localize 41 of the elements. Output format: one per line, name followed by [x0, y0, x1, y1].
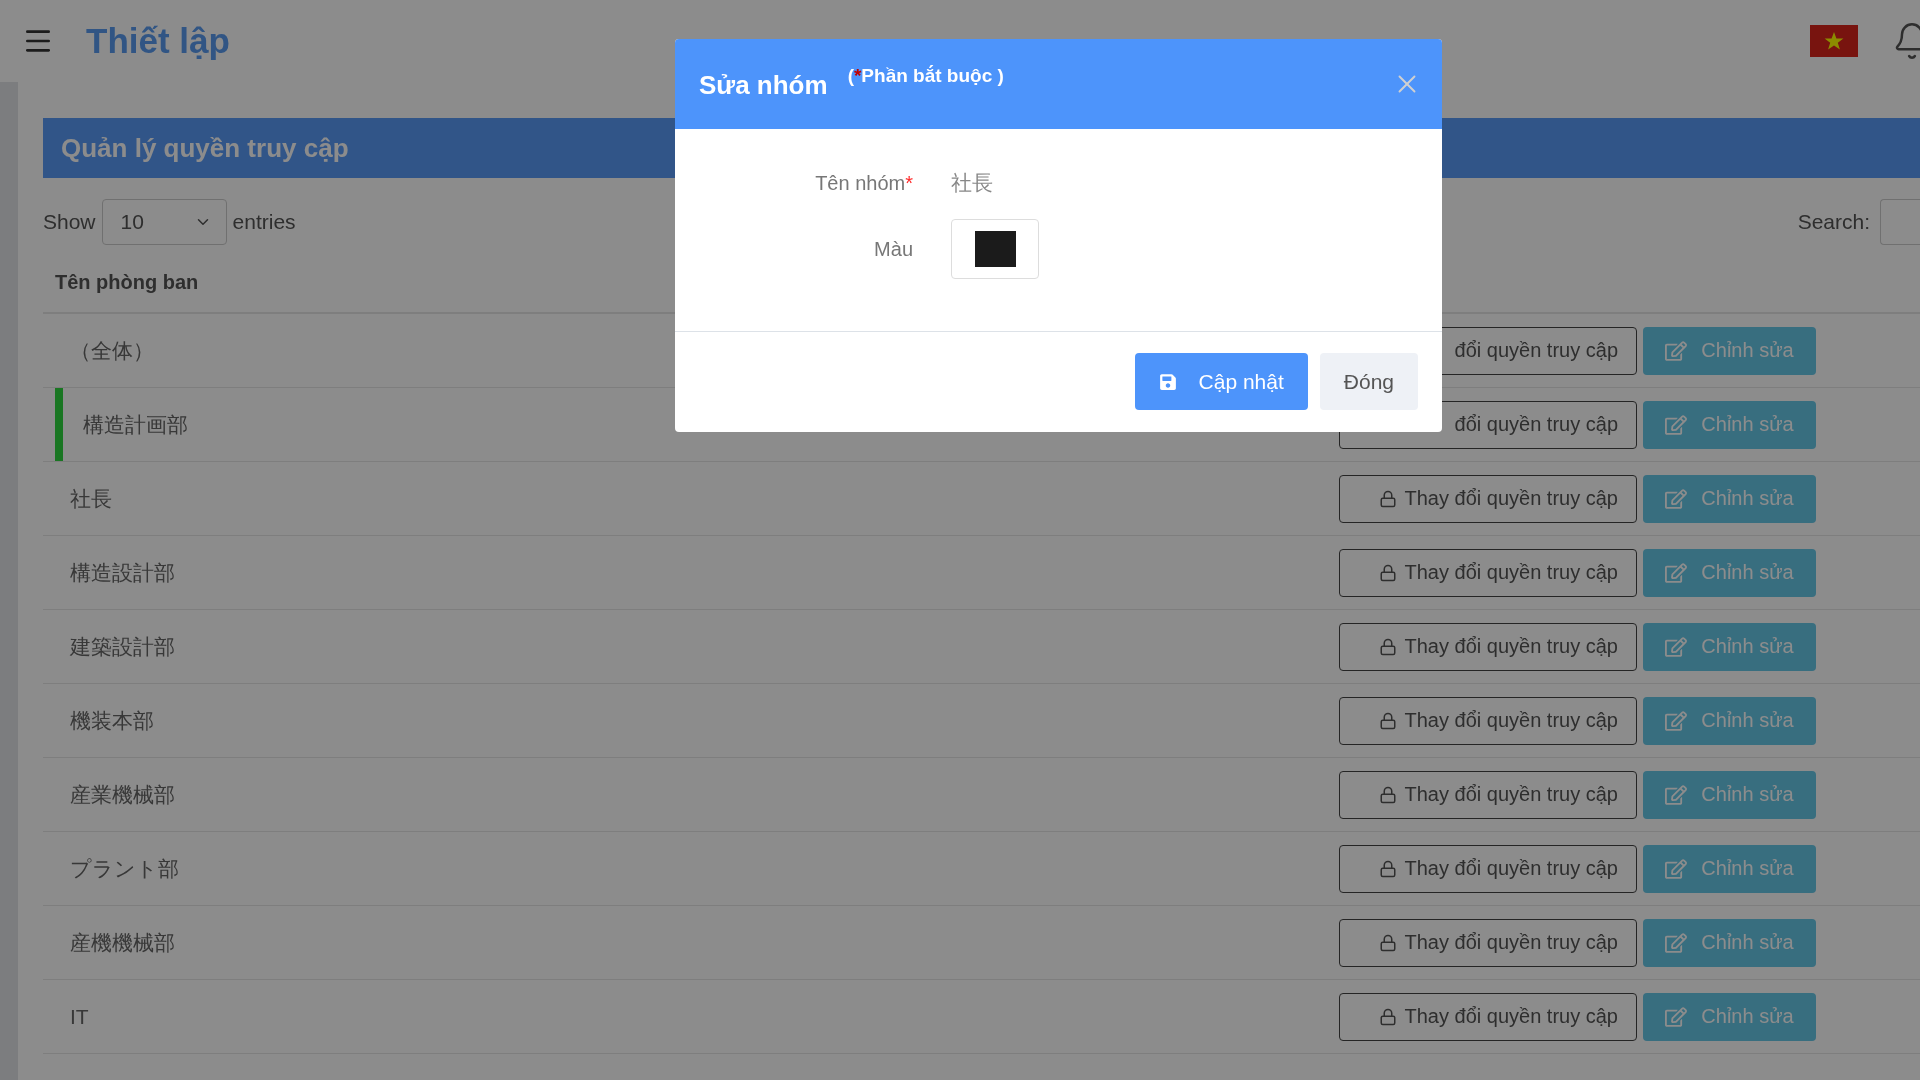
edit-icon	[1665, 339, 1688, 362]
change-access-button[interactable]: Thay đổi quyền truy cập	[1339, 918, 1637, 967]
change-access-button[interactable]: Thay đổi quyền truy cập	[1339, 696, 1637, 745]
change-access-button[interactable]: Thay đổi quyền truy cập	[1339, 622, 1637, 671]
department-cell[interactable]: 産機機械部	[55, 906, 1339, 979]
edit-icon	[1665, 783, 1688, 806]
change-access-button[interactable]: Thay đổi quyền truy cập	[1339, 992, 1637, 1041]
entries-label: entries	[232, 210, 296, 234]
department-cell[interactable]: プラント部	[55, 832, 1339, 905]
save-icon	[1158, 372, 1177, 391]
edit-icon	[1665, 931, 1688, 954]
update-button[interactable]: Cập nhật	[1134, 353, 1308, 410]
change-access-button[interactable]: Thay đổi quyền truy cập	[1339, 548, 1637, 597]
edit-icon	[1665, 561, 1688, 584]
edit-icon	[1665, 1005, 1688, 1028]
flag-icon[interactable]	[1810, 25, 1858, 57]
change-access-button[interactable]: Thay đổi quyền truy cập	[1339, 474, 1637, 523]
edit-icon	[1665, 487, 1688, 510]
department-cell[interactable]: 社長	[55, 462, 1339, 535]
department-cell[interactable]: 建築設計部	[55, 610, 1339, 683]
department-cell[interactable]: 機装本部	[55, 684, 1339, 757]
page-title: Thiết lập	[86, 21, 231, 61]
close-button[interactable]: Đóng	[1319, 353, 1418, 410]
search-field[interactable]	[1880, 199, 1920, 245]
department-cell[interactable]: 産業機械部	[55, 758, 1339, 831]
department-cell[interactable]: IT	[55, 980, 1339, 1053]
change-access-button[interactable]: Thay đổi quyền truy cập	[1339, 770, 1637, 819]
show-label: Show	[43, 210, 96, 234]
edit-icon	[1665, 857, 1688, 880]
edit-icon	[1665, 413, 1688, 436]
department-cell[interactable]: 構造設計部	[55, 536, 1339, 609]
page-size-select[interactable]: 10	[101, 199, 227, 245]
change-access-button[interactable]: Thay đổi quyền truy cập	[1339, 844, 1637, 893]
required-note: (*Phần bắt buộc )	[847, 65, 1004, 87]
edit-icon	[1665, 635, 1688, 658]
edit-icon	[1665, 709, 1688, 732]
field-label: Màu	[873, 237, 913, 261]
search-label: Search:	[1797, 210, 1870, 234]
dialog-title: Sửa nhóm	[699, 70, 828, 101]
column-header: Tên phòng ban	[55, 270, 199, 294]
color-picker[interactable]	[951, 219, 1039, 279]
